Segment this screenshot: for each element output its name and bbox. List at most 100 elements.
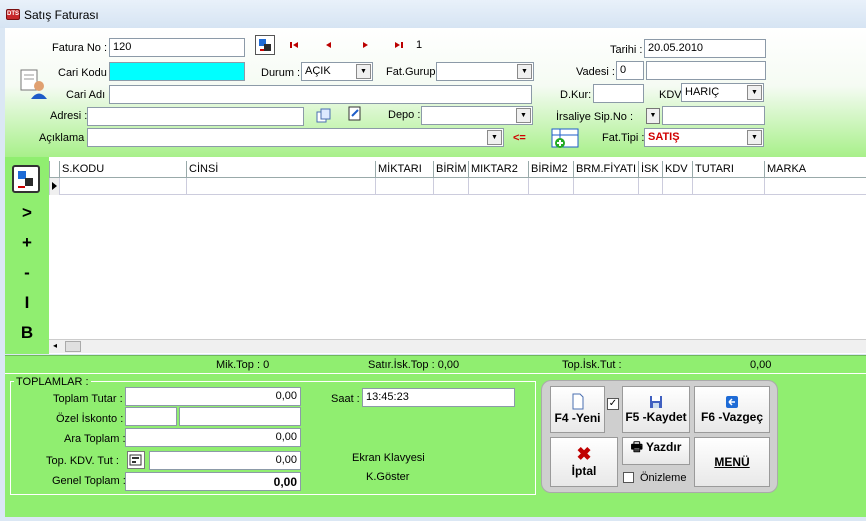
- window-title: Satış Faturası: [24, 8, 99, 22]
- table-cell[interactable]: [764, 178, 866, 195]
- k-goster-button[interactable]: K.Göster: [366, 471, 409, 483]
- cari-kodu-input[interactable]: [109, 62, 245, 81]
- fat-gurup-select[interactable]: ▼: [436, 62, 534, 81]
- grid-remove-button[interactable]: -: [5, 263, 49, 283]
- col-miktari[interactable]: MİKTARI: [375, 161, 433, 178]
- col-tutari[interactable]: TUTARI: [692, 161, 764, 178]
- ozel-iskonto-label: Özel İskonto :: [56, 413, 124, 425]
- grid-refresh-icon[interactable]: [12, 165, 40, 193]
- col-brm-fiyati[interactable]: BRM.FİYATI: [573, 161, 638, 178]
- fat-gurup-label: Fat.Gurup:: [386, 66, 439, 78]
- save-button[interactable]: F5 -Kaydet: [622, 386, 690, 433]
- saat-label: Saat :: [331, 393, 360, 405]
- adresi-input[interactable]: [87, 107, 304, 126]
- depo-select[interactable]: ▼: [421, 106, 533, 125]
- document-edit-icon[interactable]: [347, 106, 363, 125]
- menu-button[interactable]: MENÜ: [694, 437, 770, 487]
- save-button-label: F5 -Kaydet: [625, 410, 687, 424]
- chevron-down-icon[interactable]: ▼: [356, 64, 371, 79]
- new-checkbox[interactable]: ✓: [607, 398, 619, 410]
- customer-icon[interactable]: [19, 68, 49, 100]
- ara-toplam-value[interactable]: 0,00: [125, 428, 301, 447]
- fat-tipi-select[interactable]: SATIŞ ▼: [644, 128, 764, 147]
- col-kdv[interactable]: KDV: [662, 161, 692, 178]
- grid-header-corner: [49, 161, 59, 178]
- new-document-icon: [572, 393, 583, 410]
- delete-button[interactable]: ✖ İptal: [550, 437, 618, 487]
- dkur-label: D.Kur:: [560, 89, 592, 101]
- durum-value: AÇIK: [305, 65, 331, 77]
- copy-icon[interactable]: [316, 108, 332, 127]
- col-isk[interactable]: İSK: [638, 161, 662, 178]
- grid-next-button[interactable]: >: [5, 203, 49, 223]
- title-bar: [0, 0, 866, 28]
- col-marka[interactable]: MARKA: [764, 161, 866, 178]
- irsaliye-input[interactable]: [662, 106, 765, 125]
- top-kdv-value[interactable]: 0,00: [149, 451, 301, 470]
- durum-select[interactable]: AÇIK ▼: [301, 62, 373, 81]
- refresh-icon[interactable]: [255, 35, 275, 55]
- grid-insert-button[interactable]: I: [5, 293, 49, 313]
- scroll-thumb[interactable]: [65, 341, 81, 352]
- kdv-select[interactable]: HARIÇ ▼: [681, 83, 764, 102]
- kdv-detail-icon[interactable]: [127, 451, 145, 469]
- vadesi-date-input[interactable]: [646, 61, 766, 80]
- mik-top: Mik.Top : 0: [216, 359, 270, 371]
- vadesi-input[interactable]: 0: [616, 61, 644, 80]
- grid-header: S.KODU CİNSİ MİKTARI BİRİM MIKTAR2 BİRİM…: [49, 161, 866, 178]
- fatura-no-input[interactable]: 120: [109, 38, 245, 57]
- prev-record-icon[interactable]: [324, 40, 334, 53]
- table-cell[interactable]: [638, 178, 662, 195]
- table-cell[interactable]: [59, 178, 186, 195]
- chevron-down-icon[interactable]: ▼: [747, 85, 762, 100]
- invoice-header-form: Fatura No : 120 1 Cari Kodu : Durum : AÇ…: [5, 28, 866, 157]
- table-cell[interactable]: [662, 178, 692, 195]
- chevron-down-icon[interactable]: ▼: [747, 130, 762, 145]
- grid-b-button[interactable]: B: [5, 323, 49, 343]
- ozel-iskonto-percent[interactable]: [125, 407, 177, 426]
- table-cell[interactable]: [528, 178, 573, 195]
- dkur-input[interactable]: [593, 84, 644, 103]
- new-button[interactable]: F4 -Yeni: [550, 386, 605, 433]
- col-s-kodu[interactable]: S.KODU: [59, 161, 186, 178]
- chevron-down-icon[interactable]: ▼: [516, 108, 531, 123]
- chevron-down-icon[interactable]: ▼: [517, 64, 532, 79]
- chevron-down-icon[interactable]: ▼: [487, 130, 502, 145]
- table-row[interactable]: [49, 178, 866, 195]
- toplam-tutar-value[interactable]: 0,00: [125, 387, 301, 406]
- genel-toplam-value[interactable]: 0,00: [125, 472, 301, 491]
- col-miktar2[interactable]: MIKTAR2: [468, 161, 528, 178]
- col-birim2[interactable]: BİRİM2: [528, 161, 573, 178]
- horizontal-scrollbar[interactable]: ◂: [49, 339, 866, 353]
- table-cell[interactable]: [186, 178, 375, 195]
- table-cell[interactable]: [692, 178, 764, 195]
- table-cell[interactable]: [375, 178, 433, 195]
- grid-add-button[interactable]: +: [5, 233, 49, 253]
- last-record-icon[interactable]: [394, 40, 404, 53]
- durum-label: Durum :: [261, 67, 301, 79]
- aciklama-select[interactable]: ▼: [87, 128, 504, 147]
- next-record-icon[interactable]: [360, 40, 370, 53]
- undo-icon: [726, 396, 738, 408]
- table-cell[interactable]: [433, 178, 468, 195]
- kdv-label: KDV: [659, 89, 682, 101]
- add-item-icon[interactable]: [550, 126, 582, 153]
- table-cell[interactable]: [468, 178, 528, 195]
- tarihi-label: Tarihi :: [610, 44, 643, 56]
- saat-input[interactable]: 13:45:23: [362, 388, 515, 407]
- first-record-icon[interactable]: [289, 40, 299, 53]
- col-cinsi[interactable]: CİNSİ: [186, 161, 375, 178]
- print-button[interactable]: 🖶 Yazdır: [622, 437, 690, 465]
- summary-bar: Mik.Top : 0 Satır.İsk.Top : 0,00 Top.İsk…: [5, 357, 866, 373]
- preview-checkbox[interactable]: [623, 472, 634, 483]
- tarihi-input[interactable]: 20.05.2010: [644, 39, 766, 58]
- irsaliye-dropdown-icon[interactable]: ▼: [646, 108, 660, 124]
- table-cell[interactable]: [573, 178, 638, 195]
- scroll-left-icon[interactable]: ◂: [53, 341, 57, 350]
- save-icon: [650, 396, 662, 408]
- ozel-iskonto-amount[interactable]: [179, 407, 301, 426]
- col-birim[interactable]: BİRİM: [433, 161, 468, 178]
- record-index: 1: [416, 39, 423, 51]
- cari-adi-input[interactable]: [109, 85, 532, 104]
- cancel-button[interactable]: F6 -Vazgeç: [694, 386, 770, 433]
